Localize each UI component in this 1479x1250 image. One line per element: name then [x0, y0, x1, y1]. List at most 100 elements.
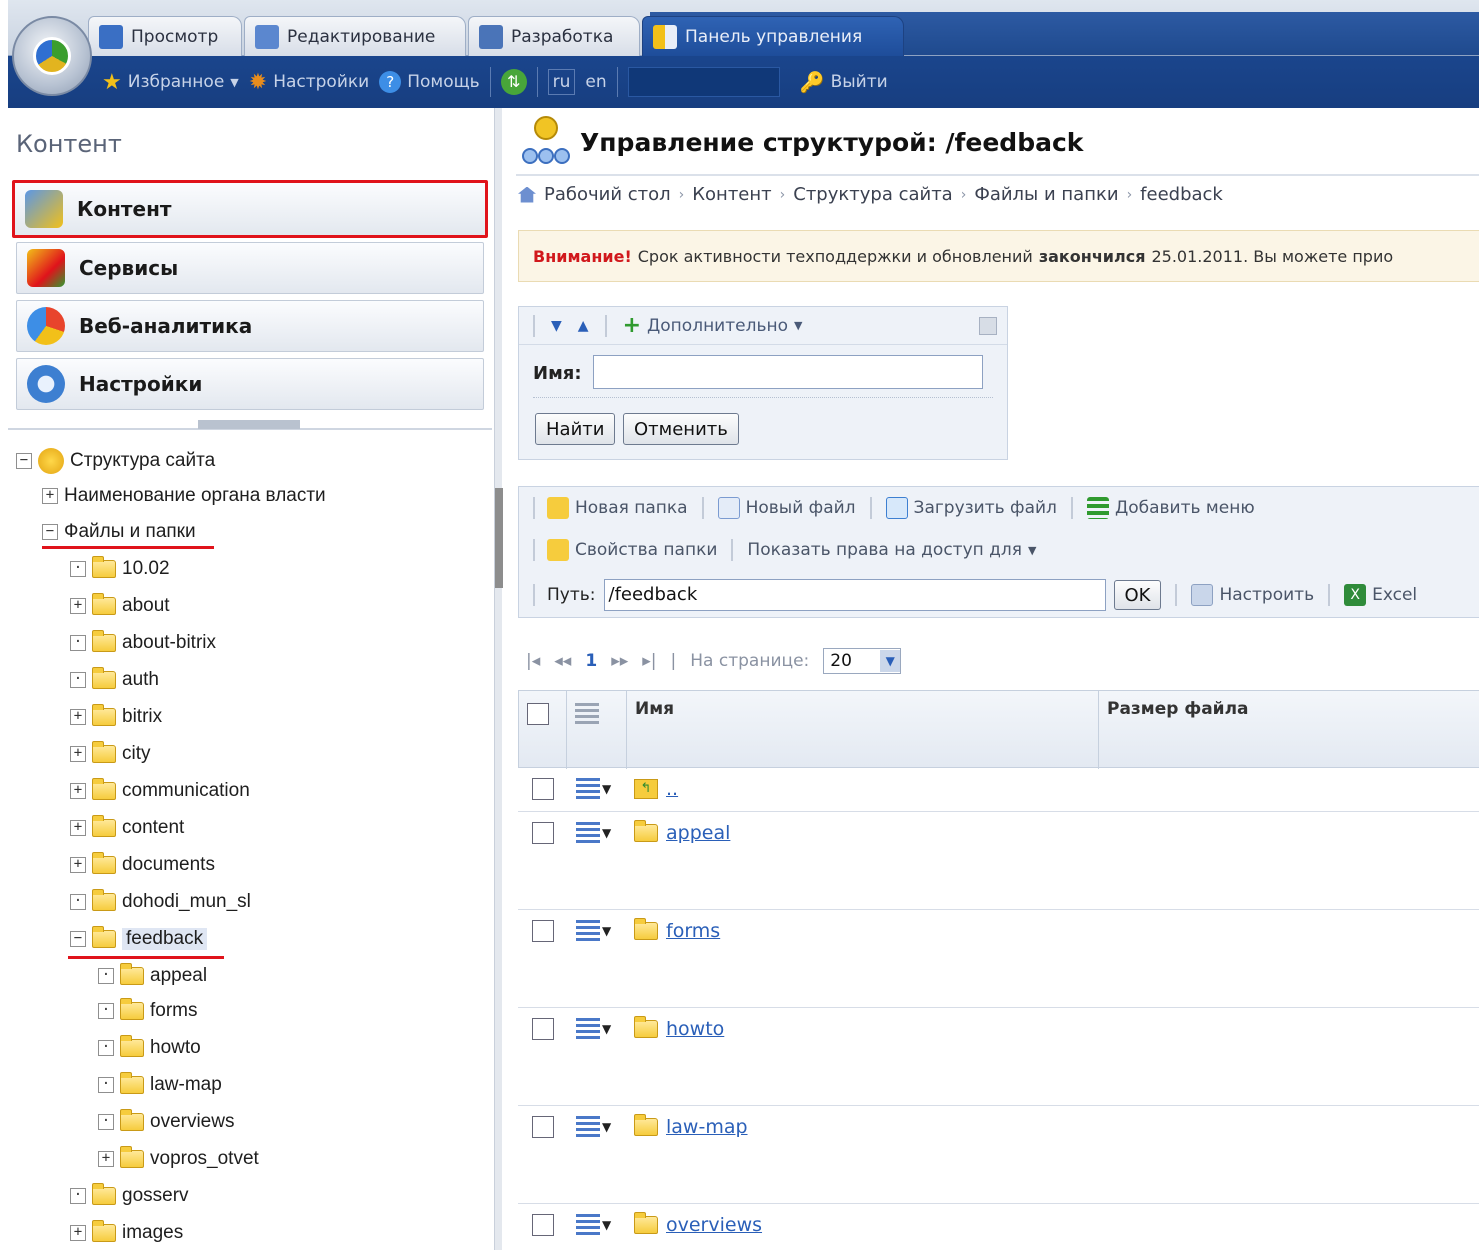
leaf-icon[interactable]: ·: [70, 561, 86, 577]
row-actions-menu[interactable]: ▼: [576, 1116, 611, 1138]
leaf-icon[interactable]: ·: [98, 1040, 114, 1056]
arrow-up-icon[interactable]: ▲: [578, 318, 589, 334]
leaf-icon[interactable]: ·: [98, 968, 114, 984]
tab-edit[interactable]: Редактирование: [244, 16, 466, 56]
menu-services[interactable]: Сервисы: [16, 242, 484, 294]
tree-node[interactable]: · dohodi_mun_sl: [70, 889, 251, 913]
leaf-icon[interactable]: ·: [70, 1188, 86, 1204]
lang-en[interactable]: en: [585, 72, 606, 92]
row-checkbox[interactable]: [532, 1018, 554, 1040]
tab-view[interactable]: Просмотр: [88, 16, 242, 56]
tree-node-feedback[interactable]: − feedback: [70, 926, 208, 950]
tree-node[interactable]: · howto: [98, 1035, 201, 1059]
path-ok-button[interactable]: OK: [1113, 580, 1162, 610]
favorites-menu[interactable]: ★ Избранное ▼: [102, 70, 239, 95]
breadcrumb-item[interactable]: Файлы и папки: [974, 184, 1118, 205]
tree-node[interactable]: + bitrix: [70, 704, 162, 728]
lang-ru[interactable]: ru: [547, 69, 576, 95]
breadcrumb-item[interactable]: Контент: [692, 184, 771, 205]
row-link[interactable]: overviews: [666, 1214, 762, 1236]
column-name[interactable]: Имя: [627, 691, 1099, 769]
tree-node[interactable]: · law-map: [98, 1072, 222, 1096]
configure-button[interactable]: Настроить: [1191, 584, 1314, 606]
tab-development[interactable]: Разработка: [468, 16, 640, 56]
expand-icon[interactable]: +: [70, 783, 86, 799]
breadcrumb-item[interactable]: Структура сайта: [793, 184, 952, 205]
leaf-icon[interactable]: ·: [70, 672, 86, 688]
leaf-icon[interactable]: ·: [98, 1003, 114, 1019]
next-page-icon[interactable]: ▸▸: [611, 651, 628, 671]
expand-icon[interactable]: +: [70, 857, 86, 873]
tab-control-panel[interactable]: Панель управления: [642, 16, 904, 56]
logout-link[interactable]: 🔑 Выйти: [800, 70, 888, 94]
find-button[interactable]: Найти: [535, 413, 616, 445]
leaf-icon[interactable]: ·: [70, 635, 86, 651]
row-link[interactable]: howto: [666, 1018, 724, 1040]
per-page-select[interactable]: 20 ▼: [823, 648, 902, 674]
filter-more-button[interactable]: + Дополнительно ▼: [623, 313, 803, 338]
tree-node[interactable]: + images: [70, 1220, 183, 1244]
collapse-icon[interactable]: −: [70, 931, 86, 947]
row-actions-menu[interactable]: ▼: [576, 1214, 611, 1236]
help-link[interactable]: ? Помощь: [379, 71, 480, 93]
folder-properties-button[interactable]: Свойства папки: [547, 539, 717, 561]
tree-node[interactable]: · forms: [98, 998, 198, 1022]
row-actions-menu[interactable]: ▼: [576, 778, 611, 800]
expand-icon[interactable]: +: [70, 709, 86, 725]
tree-node[interactable]: + content: [70, 815, 184, 839]
row-checkbox[interactable]: [532, 778, 554, 800]
expand-icon[interactable]: +: [42, 488, 58, 504]
row-link[interactable]: appeal: [666, 822, 730, 844]
select-all-checkbox[interactable]: [527, 703, 549, 725]
excel-button[interactable]: X Excel: [1344, 584, 1417, 606]
tree-node[interactable]: · auth: [70, 667, 159, 691]
resize-grip[interactable]: [495, 488, 503, 588]
expand-icon[interactable]: +: [70, 820, 86, 836]
tree-node[interactable]: · about-bitrix: [70, 630, 216, 654]
tree-node[interactable]: + documents: [70, 852, 215, 876]
new-folder-button[interactable]: Новая папка: [547, 497, 688, 519]
tree-node[interactable]: + city: [70, 741, 151, 765]
tree-node[interactable]: + vopros_otvet: [98, 1146, 259, 1170]
column-settings-icon[interactable]: [575, 703, 599, 725]
tree-node[interactable]: · appeal: [98, 963, 207, 987]
tree-node[interactable]: · 10.02: [70, 556, 170, 580]
tree-node[interactable]: + about: [70, 593, 170, 617]
leaf-icon[interactable]: ·: [98, 1114, 114, 1130]
collapse-icon[interactable]: −: [42, 524, 58, 540]
row-link[interactable]: forms: [666, 920, 720, 942]
show-access-dropdown[interactable]: Показать права на доступ для ▼: [747, 540, 1036, 560]
tree-node[interactable]: + communication: [70, 778, 250, 802]
collapse-handle[interactable]: [198, 420, 300, 429]
tree-node-site-structure[interactable]: − Структура сайта: [16, 448, 215, 474]
leaf-icon[interactable]: ·: [70, 894, 86, 910]
prev-page-icon[interactable]: ◂◂: [554, 651, 571, 671]
last-page-icon[interactable]: ▸|: [642, 651, 656, 671]
row-link[interactable]: ..: [666, 778, 678, 800]
menu-settings[interactable]: Настройки: [16, 358, 484, 410]
current-page[interactable]: 1: [585, 651, 597, 671]
row-checkbox[interactable]: [532, 920, 554, 942]
row-checkbox[interactable]: [532, 1214, 554, 1236]
settings-link[interactable]: ✹ Настройки: [249, 70, 369, 95]
breadcrumb-item[interactable]: Рабочий стол: [544, 184, 671, 205]
expand-icon[interactable]: +: [70, 746, 86, 762]
first-page-icon[interactable]: |◂: [526, 651, 540, 671]
expand-icon[interactable]: +: [70, 598, 86, 614]
bitrix-start-orb[interactable]: [12, 16, 92, 96]
row-link[interactable]: law-map: [666, 1116, 748, 1138]
panel-resizer[interactable]: [494, 108, 503, 1250]
tree-node[interactable]: · overviews: [98, 1109, 234, 1133]
collapse-icon[interactable]: −: [16, 453, 32, 469]
row-actions-menu[interactable]: ▼: [576, 822, 611, 844]
row-checkbox[interactable]: [532, 1116, 554, 1138]
menu-content[interactable]: Контент: [12, 180, 488, 238]
name-filter-input[interactable]: [593, 355, 983, 389]
upload-file-button[interactable]: Загрузить файл: [885, 497, 1057, 519]
menu-web-analytics[interactable]: Веб-аналитика: [16, 300, 484, 352]
expand-icon[interactable]: +: [70, 1225, 86, 1241]
new-file-button[interactable]: Новый файл: [717, 497, 856, 519]
toolbar-search-input[interactable]: [627, 67, 780, 97]
row-checkbox[interactable]: [532, 822, 554, 844]
cancel-button[interactable]: Отменить: [623, 413, 739, 445]
